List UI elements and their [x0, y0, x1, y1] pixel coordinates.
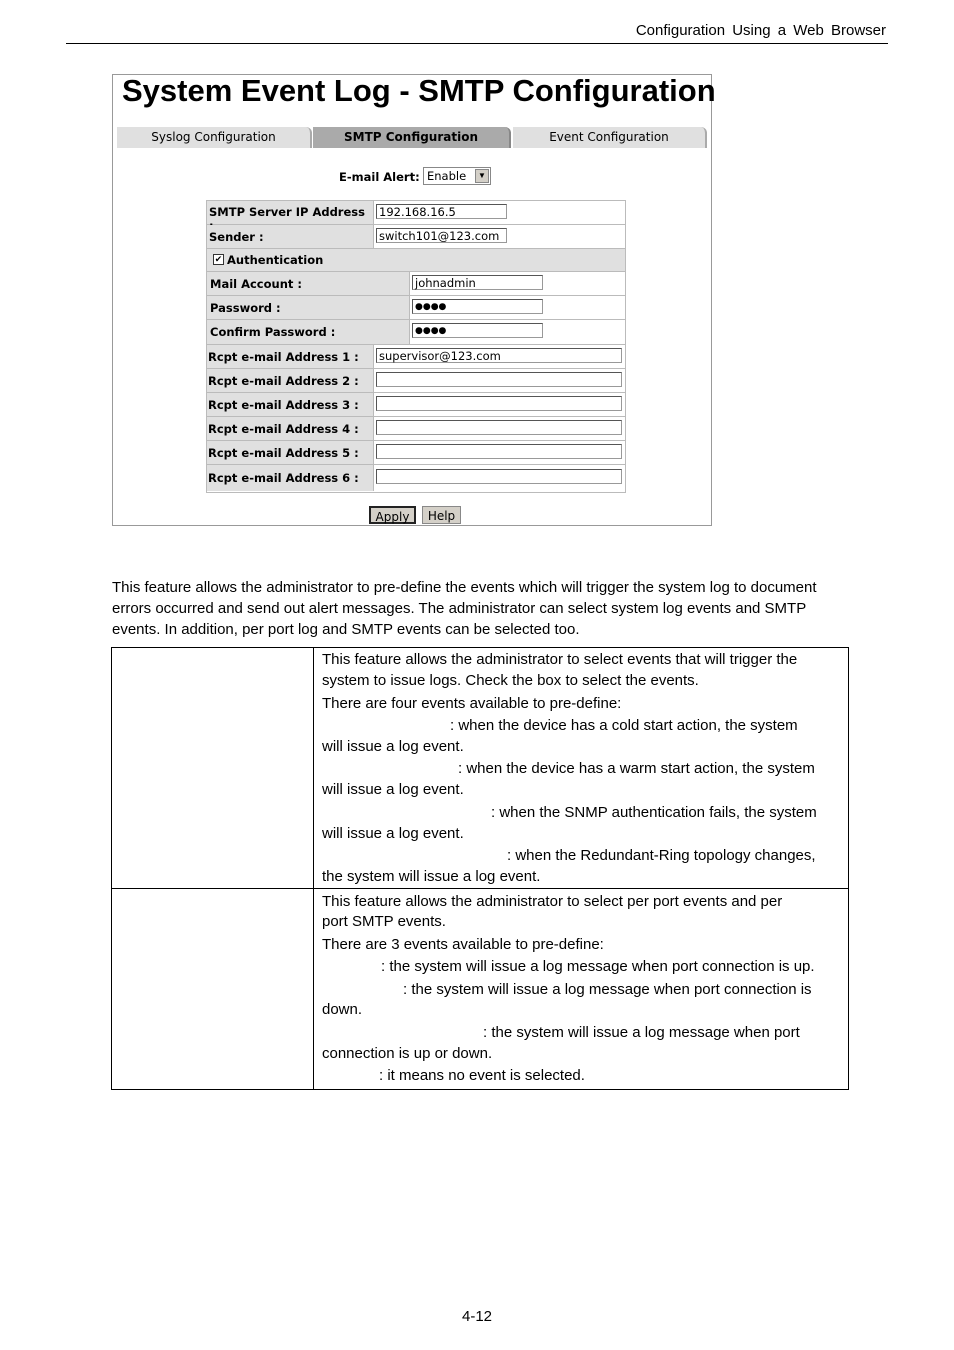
password-input[interactable]: ●●●● [412, 299, 543, 314]
document-page: Configuration Using a Web Browser System… [0, 0, 954, 1350]
row1-line: This feature allows the administrator to… [322, 651, 798, 668]
email-alert-select[interactable]: Enable ▼ [423, 167, 491, 185]
rcpt-input-4[interactable] [376, 420, 622, 435]
row1-line: : when the SNMP authentication fails, th… [491, 804, 817, 821]
email-alert-value: Enable [427, 169, 467, 183]
row2-line: : the system will issue a log message wh… [381, 958, 815, 975]
rcpt-input-1[interactable]: supervisor@123.com [376, 348, 622, 363]
email-alert-label: E-mail Alert: [339, 170, 420, 184]
sender-label: Sender : [209, 230, 264, 244]
row2-line: : the system will issue a log message wh… [403, 981, 812, 998]
running-header: Configuration Using a Web Browser [635, 22, 886, 39]
row1-line: : when the Redundant-Ring topology chang… [507, 847, 816, 864]
authentication-checkbox[interactable]: ✔ [213, 254, 224, 265]
column-divider [313, 648, 314, 1089]
row2-line: connection is up or down. [322, 1045, 493, 1062]
row1-line: system to issue logs. Check the box to s… [322, 672, 699, 689]
rcpt-input-2[interactable] [376, 372, 622, 387]
apply-button[interactable]: Apply [369, 506, 416, 524]
confirm-password-label: Confirm Password : [210, 325, 336, 339]
paragraph-line: events. In addition, per port log and SM… [112, 621, 580, 638]
rcpt-input-5[interactable] [376, 444, 622, 459]
row2-line: : the system will issue a log message wh… [483, 1024, 800, 1041]
header-rule [66, 43, 888, 44]
intro-paragraph: This feature allows the administrator to… [112, 577, 872, 640]
rcpt-label-5: Rcpt e-mail Address 5 : [208, 446, 359, 460]
rcpt-label-2: Rcpt e-mail Address 2 : [208, 374, 359, 388]
description-table: This feature allows the administrator to… [111, 647, 849, 1090]
row1-line: will issue a log event. [322, 825, 464, 842]
row1-line: There are four events available to pre-d… [322, 695, 622, 712]
smtp-server-input[interactable]: 192.168.16.5 [376, 204, 507, 219]
smtp-config-screenshot: System Event Log - SMTP Configuration Sy… [112, 73, 716, 526]
row2-line: : it means no event is selected. [379, 1067, 585, 1084]
help-button[interactable]: Help [422, 506, 461, 524]
rcpt-label-3: Rcpt e-mail Address 3 : [208, 398, 359, 412]
paragraph-line: This feature allows the administrator to… [112, 579, 817, 596]
rcpt-label-4: Rcpt e-mail Address 4 : [208, 422, 359, 436]
row1-line: : when the device has a warm start actio… [458, 760, 815, 777]
row2-line: There are 3 events available to pre-defi… [322, 936, 604, 953]
confirm-password-input[interactable]: ●●●● [412, 323, 543, 338]
row1-line: will issue a log event. [322, 738, 464, 755]
mail-account-input[interactable]: johnadmin [412, 275, 543, 290]
sender-input[interactable]: switch101@123.com [376, 228, 507, 243]
row1-line: will issue a log event. [322, 781, 464, 798]
tab-event-configuration[interactable]: Event Configuration [513, 127, 707, 148]
row2-line: port SMTP events. [322, 913, 446, 930]
row2-line: down. [322, 1001, 363, 1018]
row2-line: This feature allows the administrator to… [322, 893, 783, 910]
tab-smtp-configuration[interactable]: SMTP Configuration [313, 127, 511, 148]
page-title: System Event Log - SMTP Configuration [122, 73, 716, 108]
smtp-settings-form: SMTP Server IP Address : 192.168.16.5 Se… [206, 200, 626, 493]
mail-account-label: Mail Account : [210, 277, 302, 291]
rcpt-label-6: Rcpt e-mail Address 6 : [208, 471, 359, 485]
password-label: Password : [210, 301, 281, 315]
chevron-down-icon[interactable]: ▼ [475, 169, 489, 183]
row1-line: : when the device has a cold start actio… [450, 717, 798, 734]
page-number: 4-12 [461, 1308, 493, 1325]
rcpt-input-6[interactable] [376, 469, 622, 484]
rcpt-input-3[interactable] [376, 396, 622, 411]
tab-syslog-configuration[interactable]: Syslog Configuration [117, 127, 312, 148]
paragraph-line: errors occurred and send out alert messa… [112, 600, 807, 617]
row-divider [112, 888, 848, 889]
authentication-label: Authentication [227, 253, 324, 267]
row1-line: the system will issue a log event. [322, 868, 541, 885]
rcpt-label-1: Rcpt e-mail Address 1 : [208, 350, 359, 364]
